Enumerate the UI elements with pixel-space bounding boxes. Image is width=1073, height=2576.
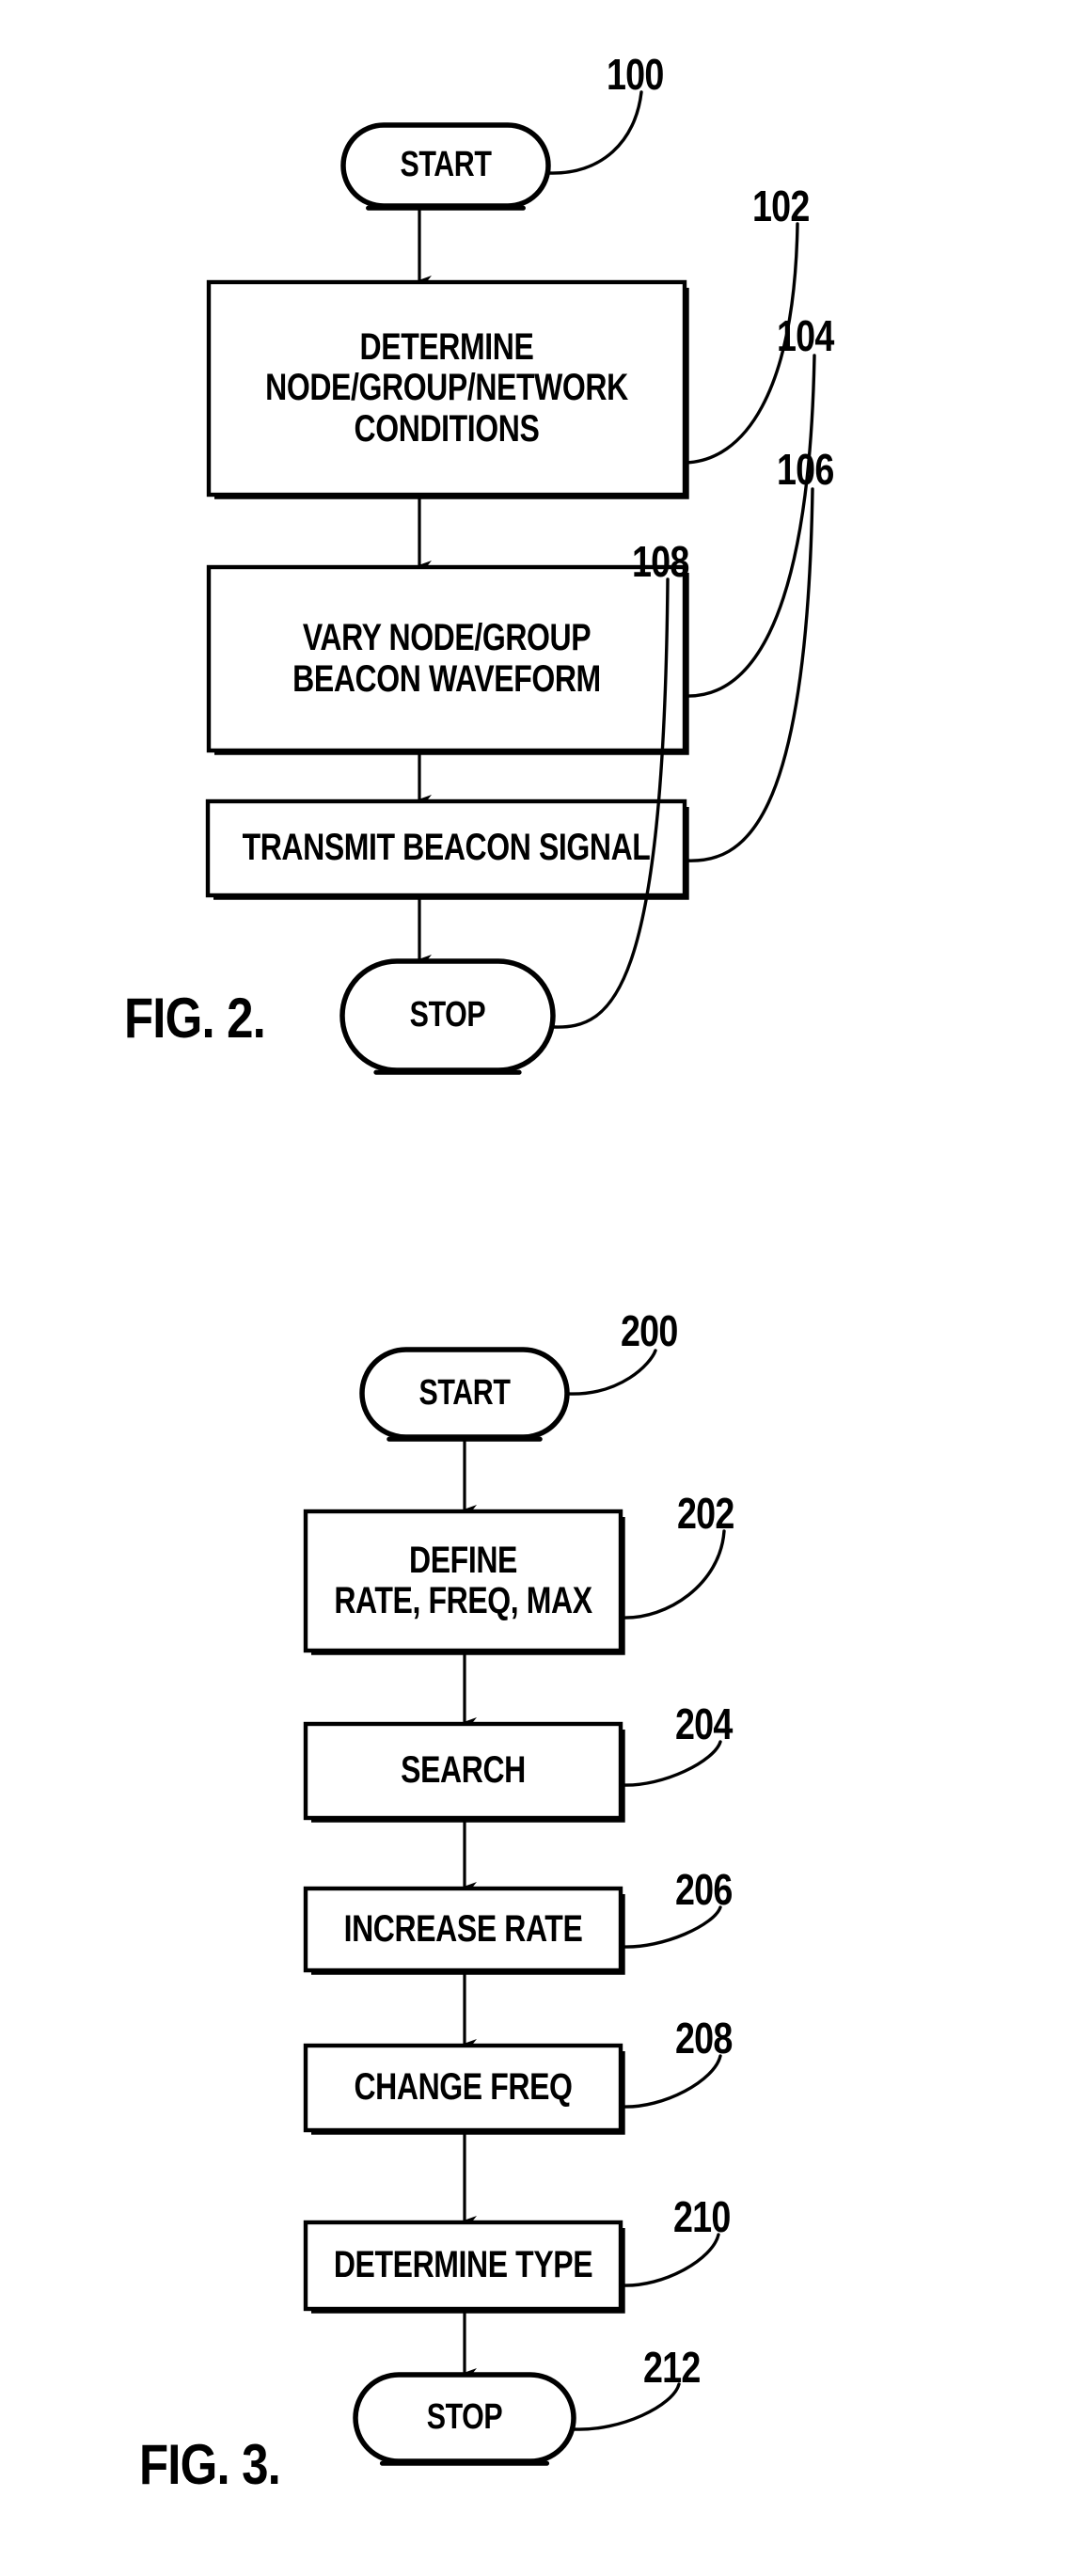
patent-figure-page: START 100 DETERMINE NODE/GROUP/NETWORK CONDI… [0,0,1073,2576]
process-transmit-beacon-signal-label: TRANSMIT BEACON SIGNAL [243,801,651,895]
start-terminal-label-line-1: START [418,1372,511,1413]
process-determine-type-label-line-1: DETERMINE TYPE [333,2244,593,2286]
reference-numeral-106: 106 [777,445,834,494]
process-search-label: SEARCH [338,1724,590,1818]
reference-numeral-202: 202 [677,1489,734,1538]
reference-numeral-212: 212 [643,2343,701,2392]
reference-numeral-204: 204 [675,1699,733,1748]
process-define-parameters-label-line-2: RATE, FREQ, MAX [334,1580,592,1621]
process-determine-conditions-label: DETERMINE NODE/GROUP/NETWORK CONDITIONS [257,282,638,495]
start-terminal-label: START [383,1350,546,1437]
process-determine-conditions-label-line-1: DETERMINE [359,326,534,369]
reference-numeral-100: 100 [607,50,664,99]
process-search-label-line-1: SEARCH [401,1749,526,1792]
reference-numeral-208: 208 [675,2014,733,2062]
process-increase-rate-label-line-1: INCREASE RATE [343,1907,583,1950]
figure-text-layer: START 100 DETERMINE NODE/GROUP/NETWORK CONDI… [0,0,1073,2576]
stop-terminal-label: STOP [363,961,531,1070]
process-define-parameters-label: DEFINE RATE, FREQ, MAX [334,1511,592,1651]
start-terminal-label-line-1: START [400,145,492,185]
reference-numeral-108: 108 [632,537,689,586]
process-increase-rate-label: INCREASE RATE [338,1889,590,1970]
reference-numeral-102: 102 [752,182,810,230]
process-change-freq-label-line-1: CHANGE FREQ [354,2066,573,2109]
process-vary-beacon-waveform-label-line-2: BEACON WAVEFORM [292,657,601,700]
process-vary-beacon-waveform-label-line-1: VARY NODE/GROUP [302,617,592,659]
process-change-freq-label: CHANGE FREQ [338,2046,590,2130]
reference-numeral-210: 210 [673,2192,731,2241]
start-terminal-label: START [364,125,528,206]
process-vary-beacon-waveform-label: VARY NODE/GROUP BEACON WAVEFORM [257,567,638,751]
stop-terminal-label-line-1: STOP [426,2397,503,2438]
reference-numeral-206: 206 [675,1865,733,1914]
process-transmit-beacon-signal-label-line-1: TRANSMIT BEACON SIGNAL [242,827,651,869]
figure-3-caption: FIG. 3. [139,2433,281,2496]
process-determine-conditions-label-line-3: CONDITIONS [354,407,540,450]
reference-numeral-200: 200 [621,1306,678,1355]
process-determine-conditions-label-line-2: NODE/GROUP/NETWORK [265,367,628,409]
figure-2-caption: FIG. 2. [124,987,266,1050]
process-determine-type-label: DETERMINE TYPE [334,2222,593,2309]
stop-terminal-label: STOP [377,2375,552,2461]
process-define-parameters-label-line-1: DEFINE [409,1539,517,1581]
stop-terminal-label-line-1: STOP [409,995,486,1035]
reference-numeral-104: 104 [777,311,834,360]
